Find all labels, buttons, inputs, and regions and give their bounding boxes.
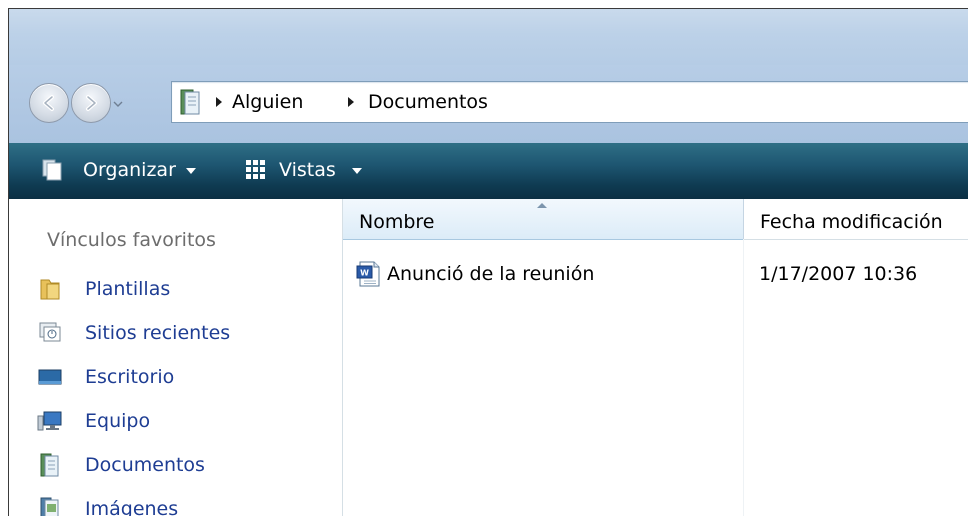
nav-item-label: Documentos (85, 454, 205, 476)
documents-location-icon (180, 89, 200, 115)
breadcrumb-separator-icon[interactable] (348, 97, 354, 107)
column-divider (743, 239, 744, 516)
navigation-pane: Vínculos favoritos Plantillas Sitios rec… (9, 199, 343, 516)
column-header-nombre[interactable]: Nombre (343, 199, 744, 240)
svg-text:W: W (360, 269, 369, 278)
nav-item-label: Equipo (85, 410, 151, 432)
forward-button[interactable] (71, 83, 111, 123)
back-arrow-icon (43, 95, 54, 111)
nav-item-sitios-recientes[interactable]: Sitios recientes (37, 318, 327, 348)
explorer-window: Alguien Documentos Organizar Vistas Vínc… (8, 8, 968, 516)
forward-arrow-icon (86, 95, 97, 111)
column-label-fecha: Fecha modificación (760, 211, 943, 233)
file-row[interactable]: W Anunció de la reunión (355, 259, 594, 289)
nav-item-label: Escritorio (85, 366, 175, 388)
nav-item-label: Imágenes (85, 498, 179, 516)
nav-item-documentos[interactable]: Documentos (37, 450, 327, 480)
organize-icon (42, 159, 62, 181)
nav-item-label: Sitios recientes (85, 322, 231, 344)
breadcrumb-separator-icon[interactable] (216, 97, 222, 107)
title-bar[interactable] (9, 9, 968, 65)
sort-ascending-icon (537, 203, 547, 208)
file-list: Nombre Fecha modificación W Anunció de l… (343, 199, 968, 516)
nav-item-label: Plantillas (85, 278, 171, 300)
documents-icon (40, 453, 59, 477)
back-button[interactable] (29, 83, 69, 123)
column-label-nombre: Nombre (359, 211, 435, 233)
breadcrumb-documentos[interactable]: Documentos (368, 91, 488, 113)
nav-item-plantillas[interactable]: Plantillas (37, 274, 327, 304)
command-bar: Organizar Vistas (9, 143, 968, 200)
views-grid-icon (246, 160, 265, 179)
file-name: Anunció de la reunión (387, 263, 595, 285)
organize-label: Organizar (83, 159, 176, 181)
breadcrumb-alguien[interactable]: Alguien (232, 91, 303, 113)
desktop-icon (38, 369, 62, 385)
file-modified-date: 1/17/2007 10:36 (759, 263, 918, 285)
computer-icon (37, 411, 62, 431)
column-header-fecha[interactable]: Fecha modificación (744, 199, 968, 240)
recent-pages-dropdown-icon[interactable] (113, 99, 123, 109)
organize-dropdown-icon (185, 168, 196, 174)
address-row: Alguien Documentos (9, 65, 968, 143)
pictures-icon (40, 497, 59, 516)
nav-item-escritorio[interactable]: Escritorio (37, 362, 327, 392)
nav-item-equipo[interactable]: Equipo (37, 406, 327, 436)
word-document-icon: W (356, 261, 380, 287)
favorite-links-header: Vínculos favoritos (47, 229, 216, 251)
address-bar[interactable]: Alguien Documentos (171, 81, 968, 123)
nav-item-imagenes[interactable]: Imágenes (37, 494, 327, 516)
recent-places-icon (39, 322, 61, 342)
views-button[interactable]: Vistas (245, 156, 362, 184)
folder-icon (40, 279, 60, 300)
views-label: Vistas (279, 159, 336, 181)
views-dropdown-icon (351, 168, 362, 174)
organize-button[interactable]: Organizar (41, 156, 196, 184)
